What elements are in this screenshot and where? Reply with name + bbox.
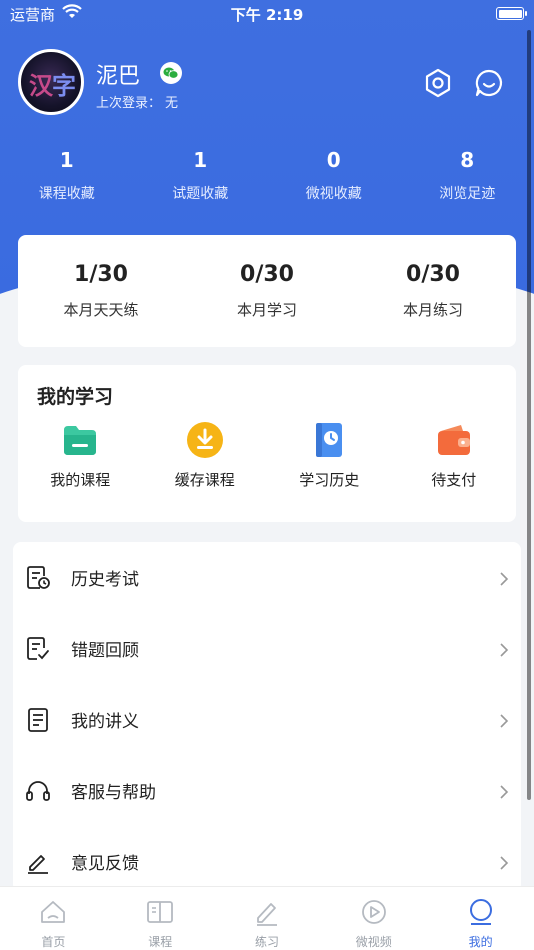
study-item-label: 缓存课程 xyxy=(174,471,235,489)
exam-history-icon xyxy=(25,565,51,591)
tab-micro-video[interactable]: 微视频 xyxy=(320,887,427,950)
monthly-value: 0/30 xyxy=(406,262,460,287)
menu-card: 历史考试 错题回顾 我的讲义 客服与帮助 意见反馈 xyxy=(13,542,521,892)
study-item-label: 待支付 xyxy=(431,471,477,489)
stat-label: 浏览足迹 xyxy=(439,186,496,202)
download-icon xyxy=(186,421,224,459)
feedback-pen-icon xyxy=(25,849,51,875)
stat-value: 8 xyxy=(460,148,475,172)
monthly-label: 本月学习 xyxy=(236,301,297,319)
monthly-study[interactable]: 0/30 本月学习 xyxy=(184,262,350,320)
tab-label: 练习 xyxy=(254,935,279,949)
last-login-value: 无 xyxy=(165,96,179,111)
study-item-my-courses[interactable]: 我的课程 xyxy=(18,421,143,490)
monthly-value: 0/30 xyxy=(240,262,294,287)
study-item-label: 我的课程 xyxy=(50,471,111,489)
stat-question-favorites[interactable]: 1 试题收藏 xyxy=(134,145,268,203)
tab-label: 我的 xyxy=(468,935,493,949)
stat-browse-history[interactable]: 8 浏览足迹 xyxy=(401,145,534,203)
menu-item-exam-history[interactable]: 历史考试 xyxy=(13,542,521,613)
scrollbar[interactable] xyxy=(527,30,531,800)
menu-item-label: 客服与帮助 xyxy=(71,783,156,803)
stat-value: 1 xyxy=(59,148,74,172)
monthly-label: 本月练习 xyxy=(402,301,463,319)
menu-item-wrong-questions[interactable]: 错题回顾 xyxy=(13,613,521,684)
monthly-practice[interactable]: 0/30 本月练习 xyxy=(350,262,516,320)
status-bar: 运营商 下午 2:19 xyxy=(0,0,534,28)
username[interactable]: 泥巴 xyxy=(96,58,140,90)
stat-video-favorites[interactable]: 0 微视收藏 xyxy=(267,145,401,203)
wrong-question-icon xyxy=(25,636,51,662)
home-icon xyxy=(41,901,66,923)
stat-course-favorites[interactable]: 1 课程收藏 xyxy=(0,145,134,203)
tab-bar: 首页 课程 练习 微视频 我的 xyxy=(0,886,534,950)
folder-icon xyxy=(61,421,99,459)
battery-icon xyxy=(496,7,527,20)
stat-label: 课程收藏 xyxy=(38,186,95,202)
play-icon xyxy=(361,900,386,924)
message-icon[interactable] xyxy=(474,68,504,98)
avatar[interactable]: 汉 字 xyxy=(18,49,84,115)
tab-home[interactable]: 首页 xyxy=(0,887,107,950)
tab-label: 首页 xyxy=(41,935,66,949)
study-item-label: 学习历史 xyxy=(299,471,360,489)
my-study-title: 我的学习 xyxy=(37,386,114,408)
stats-row: 1 课程收藏 1 试题收藏 0 微视收藏 8 浏览足迹 xyxy=(0,145,534,203)
menu-item-support-help[interactable]: 客服与帮助 xyxy=(13,755,521,826)
study-item-study-history[interactable]: 学习历史 xyxy=(267,421,392,490)
tab-courses[interactable]: 课程 xyxy=(107,887,214,950)
settings-icon[interactable] xyxy=(423,68,453,98)
study-item-cached-courses[interactable]: 缓存课程 xyxy=(143,421,268,490)
stat-label: 微视收藏 xyxy=(305,186,362,202)
monthly-value: 1/30 xyxy=(74,262,128,287)
pencil-icon xyxy=(256,903,277,926)
tab-label: 微视频 xyxy=(355,935,392,949)
menu-item-my-notes[interactable]: 我的讲义 xyxy=(13,684,521,755)
stat-value: 0 xyxy=(326,148,341,172)
stat-value: 1 xyxy=(193,148,208,172)
status-time: 下午 2:19 xyxy=(230,6,304,24)
chevron-right-icon xyxy=(499,713,509,728)
last-login-label: 上次登录： xyxy=(96,96,162,111)
last-login: 上次登录： 无 xyxy=(96,92,178,111)
tab-mine[interactable]: 我的 xyxy=(427,887,534,950)
book-icon xyxy=(147,901,174,923)
menu-item-label: 意见反馈 xyxy=(71,854,139,874)
menu-item-label: 我的讲义 xyxy=(71,712,139,732)
chevron-right-icon xyxy=(499,855,509,870)
my-study-card: 我的学习 我的课程 缓存课程 学习历史 待支付 xyxy=(18,365,516,522)
stat-label: 试题收藏 xyxy=(172,186,229,202)
headset-icon xyxy=(25,778,51,804)
notes-icon xyxy=(25,707,51,733)
monthly-label: 本月天天练 xyxy=(63,301,139,319)
chevron-right-icon xyxy=(499,571,509,586)
tab-practice[interactable]: 练习 xyxy=(214,887,321,950)
monthly-daily-practice[interactable]: 1/30 本月天天练 xyxy=(18,262,184,320)
my-study-items: 我的课程 缓存课程 学习历史 待支付 xyxy=(18,421,516,490)
clock-book-icon xyxy=(310,421,348,459)
chevron-right-icon xyxy=(499,642,509,657)
menu-item-label: 历史考试 xyxy=(71,570,139,590)
tab-label: 课程 xyxy=(148,935,173,949)
avatar-glyph: 汉 xyxy=(29,72,53,100)
wallet-icon xyxy=(435,421,473,459)
menu-item-label: 错题回顾 xyxy=(71,641,139,661)
profile-icon xyxy=(469,899,492,925)
chevron-right-icon xyxy=(499,784,509,799)
study-item-pending-payment[interactable]: 待支付 xyxy=(392,421,517,490)
monthly-progress-card: 1/30 本月天天练 0/30 本月学习 0/30 本月练习 xyxy=(18,235,516,347)
wechat-icon xyxy=(160,62,182,84)
avatar-glyph: 字 xyxy=(52,72,76,100)
